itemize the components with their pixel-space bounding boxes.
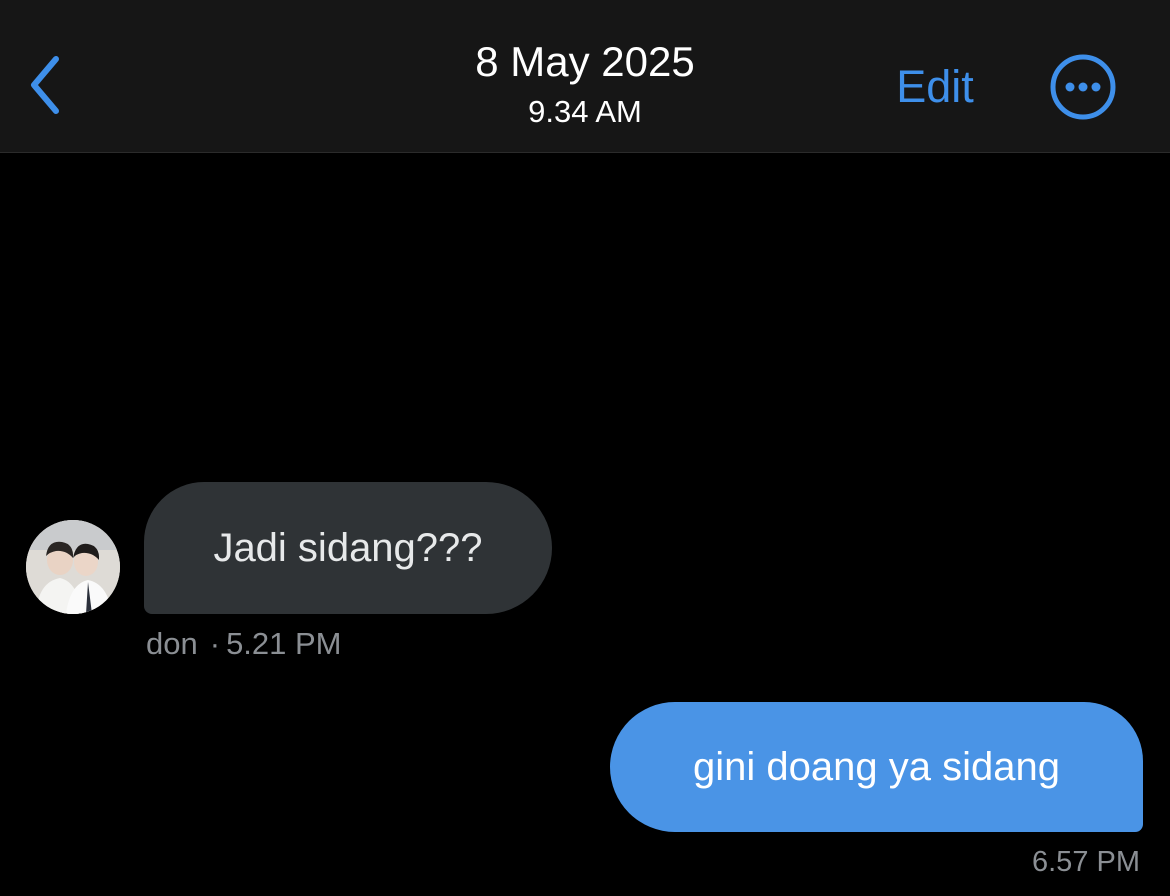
more-options-icon bbox=[1050, 54, 1116, 120]
edit-button[interactable]: Edit bbox=[880, 60, 990, 114]
avatar-photo bbox=[26, 520, 120, 614]
conversation-date: 8 May 2025 bbox=[475, 38, 695, 85]
conversation-header: 8 May 2025 9.34 AM Edit bbox=[0, 0, 1170, 153]
sender-avatar[interactable] bbox=[26, 520, 120, 614]
conversation-time: 9.34 AM bbox=[528, 94, 642, 129]
outgoing-message-time: 6.57 PM bbox=[1032, 846, 1140, 878]
meta-separator: · bbox=[209, 626, 221, 661]
sender-name: don bbox=[146, 626, 198, 661]
incoming-message-bubble[interactable]: Jadi sidang??? bbox=[144, 482, 552, 614]
incoming-message-meta: don · 5.21 PM bbox=[146, 626, 342, 662]
outgoing-message-text: gini doang ya sidang bbox=[693, 745, 1060, 789]
more-options-button[interactable] bbox=[1048, 52, 1118, 122]
incoming-message-time: 5.21 PM bbox=[226, 626, 342, 661]
outgoing-message-bubble[interactable]: gini doang ya sidang bbox=[610, 702, 1143, 832]
incoming-message-text: Jadi sidang??? bbox=[213, 526, 483, 570]
